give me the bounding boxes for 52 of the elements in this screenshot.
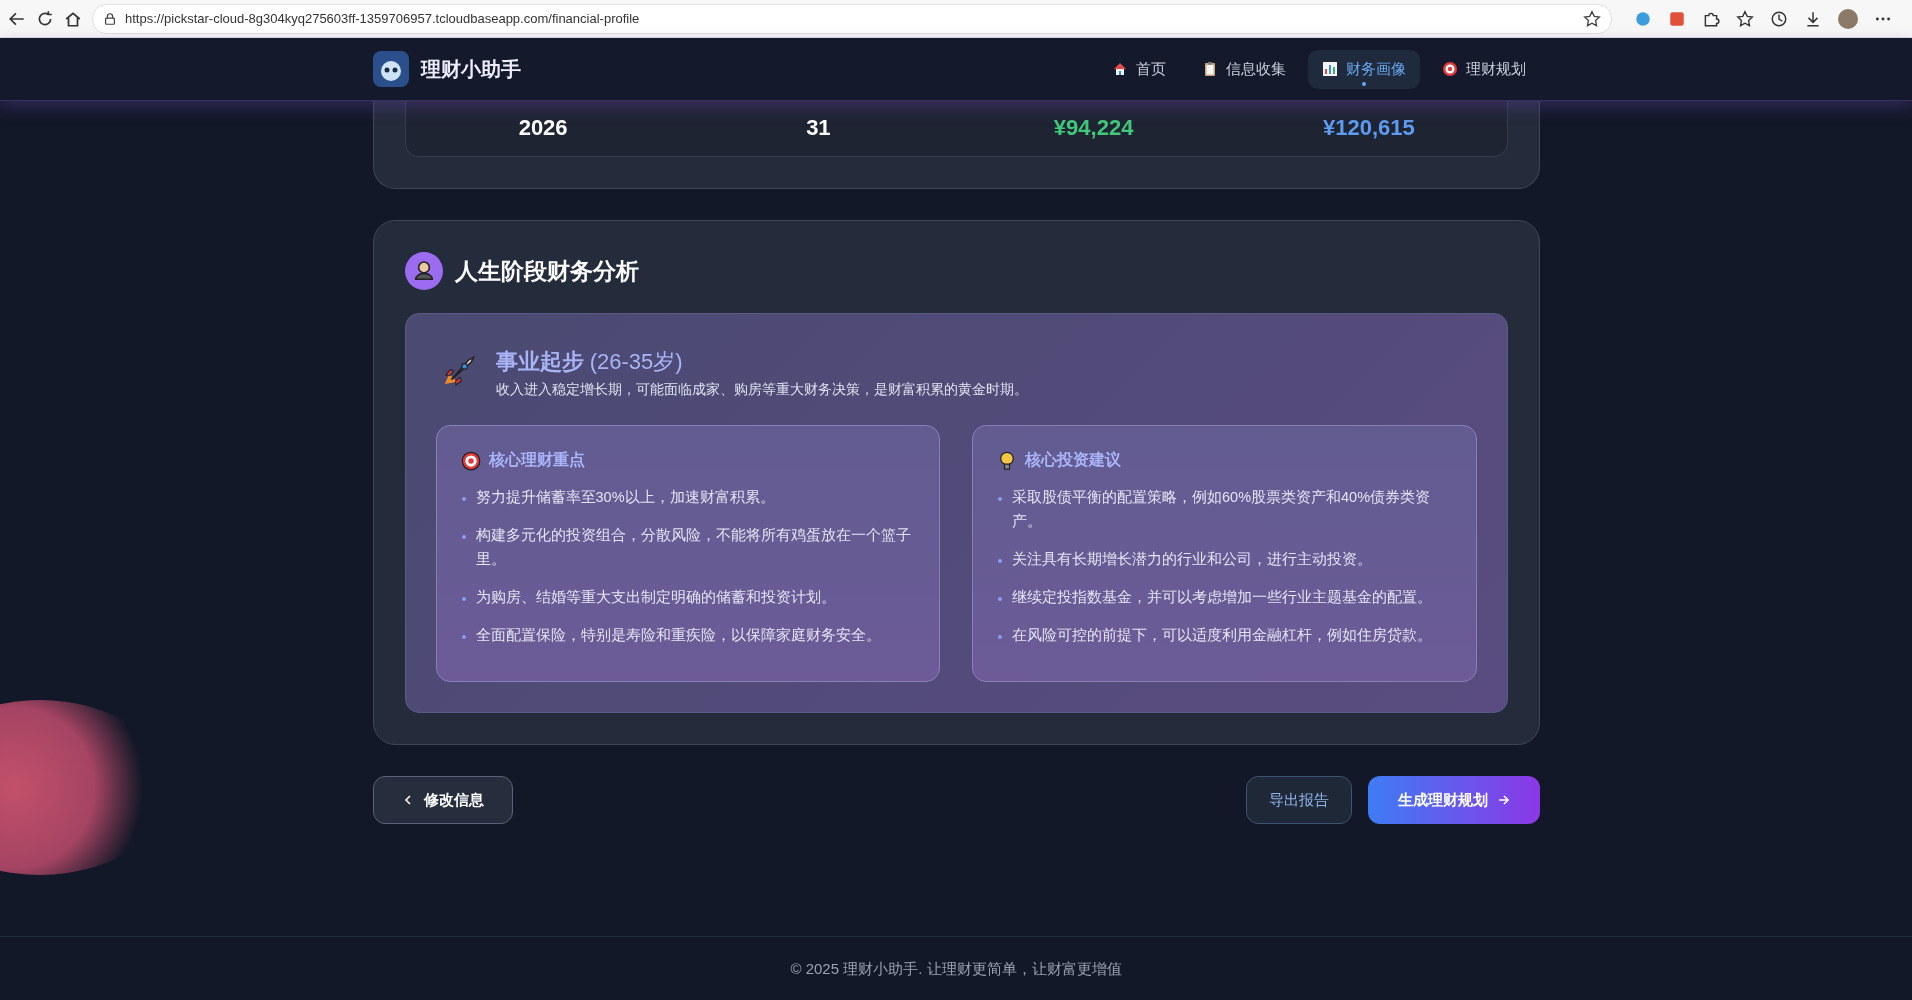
nav-tab[interactable]: 信息收集 bbox=[1187, 49, 1300, 89]
bullet-icon bbox=[461, 635, 466, 639]
advice-item: 构建多元化的投资组合，分散风险，不能将所有鸡蛋放在一个篮子里。 bbox=[475, 526, 912, 569]
url-text: https://pickstar-cloud-8g304kyq275603ff-1359706957.tcloudbaseapp.com/financial-profile bbox=[125, 11, 640, 26]
panel-title: 核心投资建议 bbox=[1025, 450, 1121, 470]
target-icon bbox=[1441, 61, 1458, 77]
stage-heading: 事业起步 (26-35岁) bbox=[495, 348, 684, 376]
extension-icon[interactable] bbox=[1668, 9, 1686, 28]
bullet-icon bbox=[461, 597, 466, 601]
extension-icon[interactable] bbox=[1634, 9, 1652, 28]
bullet-icon bbox=[998, 497, 1002, 501]
advice-item: 全面配置保险，特别是寿险和重疾险，以保障家庭财务安全。 bbox=[475, 626, 881, 645]
site-info-icon[interactable] bbox=[103, 11, 117, 26]
bullet-icon bbox=[998, 597, 1002, 601]
export-report-button[interactable]: 导出报告 bbox=[1245, 776, 1352, 824]
robot-logo-icon[interactable] bbox=[372, 51, 409, 87]
footer-text: © 2025 理财小助手. 让理财更简单，让财富更增值 bbox=[790, 959, 1122, 979]
generate-plan-button[interactable]: 生成理财规划 bbox=[1367, 776, 1540, 824]
history-icon[interactable] bbox=[1770, 9, 1788, 28]
summary-value: 2026 bbox=[517, 115, 569, 141]
nav-tab[interactable]: 财务画像 bbox=[1307, 49, 1420, 89]
avatar[interactable] bbox=[1838, 8, 1858, 29]
advice-item: 继续定投指数基金，并可以考虑增加一些行业主题基金的配置。 bbox=[1012, 588, 1432, 607]
lightbulb-icon bbox=[997, 450, 1017, 471]
favorites-icon[interactable] bbox=[1736, 9, 1754, 28]
address-bar[interactable]: https://pickstar-cloud-8g304kyq275603ff-1359706957.tcloudbaseapp.com/financial-profile bbox=[92, 3, 1612, 34]
bar-chart-icon bbox=[1321, 61, 1338, 77]
panel-title: 核心理财重点 bbox=[488, 450, 585, 470]
bullet-icon bbox=[461, 497, 466, 501]
summary-value: ¥120,615 bbox=[1322, 115, 1416, 141]
target-icon bbox=[460, 450, 481, 471]
advice-item: 为购房、结婚等重大支出制定明确的储蓄和投资计划。 bbox=[475, 588, 836, 607]
summary-value: 31 bbox=[805, 115, 832, 141]
summary-value: ¥94,224 bbox=[1052, 115, 1135, 141]
section-title: 人生阶段财务分析 bbox=[454, 256, 639, 286]
reload-icon[interactable] bbox=[36, 9, 54, 28]
brand-name[interactable]: 理财小助手 bbox=[420, 55, 521, 83]
download-icon[interactable] bbox=[1804, 9, 1822, 28]
person-icon bbox=[404, 252, 443, 290]
advice-item: 在风险可控的前提下，可以适度利用金融杠杆，例如住房贷款。 bbox=[1012, 626, 1432, 645]
arrow-right-icon bbox=[1497, 794, 1510, 806]
nav-tab[interactable]: 首页 bbox=[1097, 49, 1180, 89]
advice-item: 努力提升储蓄率至30%以上，加速财富积累。 bbox=[475, 488, 775, 507]
edit-info-button[interactable]: 修改信息 bbox=[372, 776, 513, 824]
bullet-icon bbox=[461, 535, 466, 539]
bullet-icon bbox=[998, 559, 1002, 563]
star-icon[interactable] bbox=[1583, 9, 1601, 28]
nav-tab[interactable]: 理财规划 bbox=[1427, 49, 1540, 89]
bullet-icon bbox=[998, 635, 1002, 639]
stage-description: 收入进入稳定增长期，可能面临成家、购房等重大财务决策，是财富积累的黄金时期。 bbox=[495, 381, 1028, 399]
advice-item: 关注具有长期增长潜力的行业和公司，进行主动投资。 bbox=[1012, 550, 1372, 569]
advice-item: 采取股债平衡的配置策略，例如60%股票类资产和40%债券类资产。 bbox=[1012, 488, 1432, 531]
